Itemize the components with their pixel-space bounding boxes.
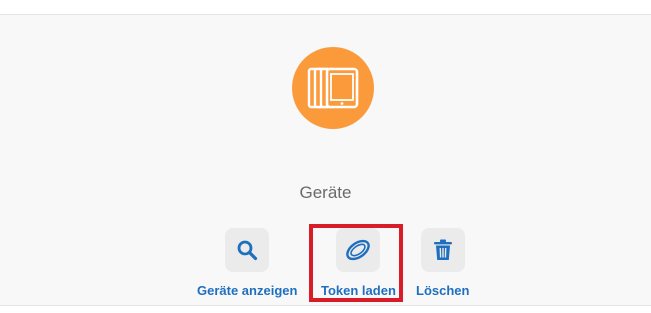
tablet-devices-icon — [307, 67, 359, 109]
trash-icon — [433, 239, 452, 260]
highlight-box — [309, 224, 403, 302]
delete-button[interactable]: Löschen — [416, 228, 469, 298]
search-icon — [237, 240, 258, 261]
show-devices-button[interactable]: Geräte anzeigen — [197, 228, 297, 298]
show-devices-label: Geräte anzeigen — [197, 283, 298, 298]
show-devices-tile[interactable] — [225, 228, 270, 272]
delete-tile[interactable] — [420, 228, 465, 272]
section-title: Geräte — [299, 183, 352, 202]
delete-label: Löschen — [416, 283, 470, 298]
devices-hero-icon — [292, 47, 374, 129]
